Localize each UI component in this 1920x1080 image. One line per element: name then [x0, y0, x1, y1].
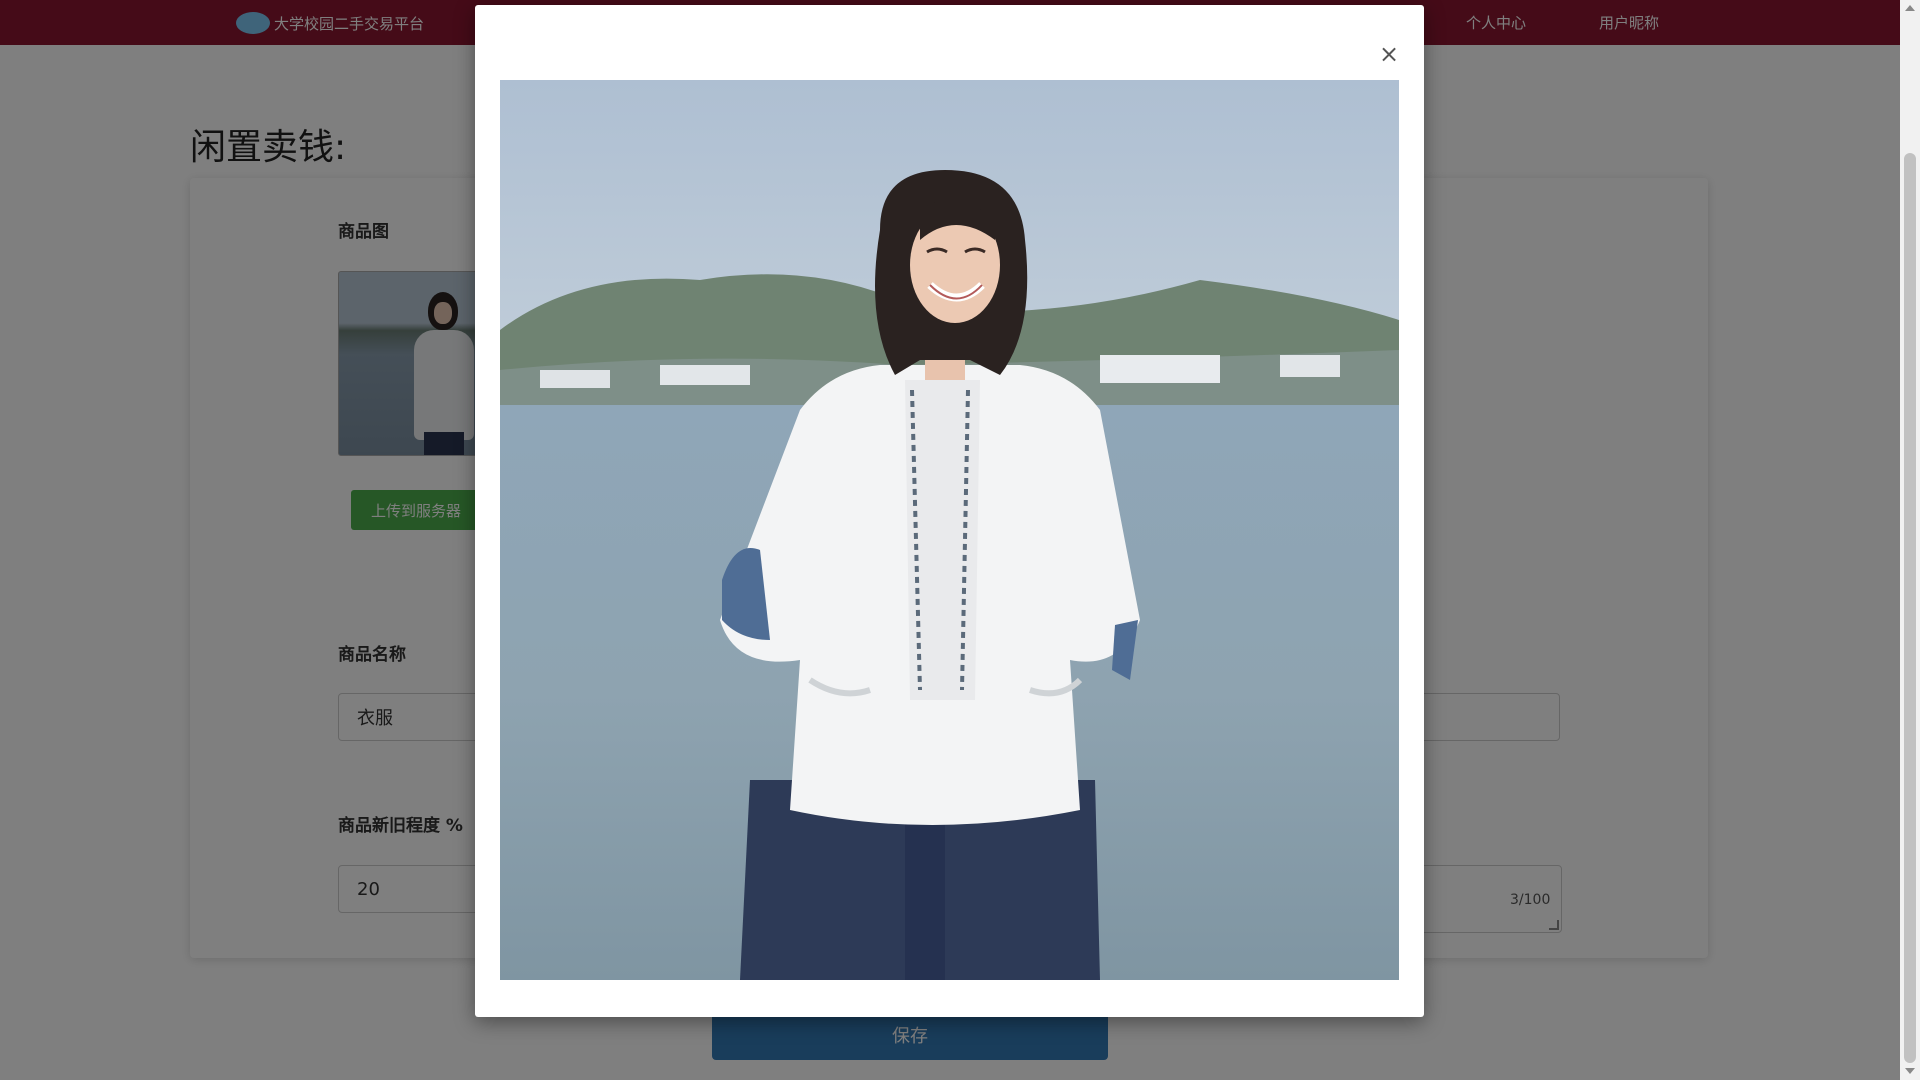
preview-image	[500, 80, 1399, 980]
vertical-scrollbar[interactable]	[1900, 0, 1920, 1080]
scroll-down-icon[interactable]	[1905, 1068, 1915, 1074]
close-icon[interactable]: ×	[1375, 40, 1403, 68]
scroll-up-icon[interactable]	[1905, 5, 1915, 11]
scroll-thumb[interactable]	[1904, 153, 1916, 1063]
